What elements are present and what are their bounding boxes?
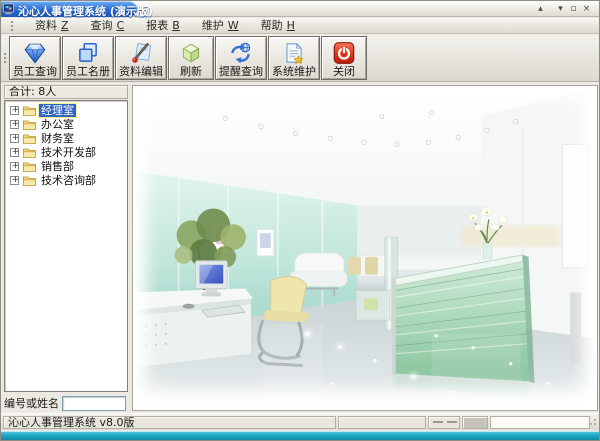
menu-label: 报表	[146, 19, 168, 32]
tool-bar: 员工查询 员工名册 资料编辑	[1, 35, 599, 82]
department-tree: 经理室 办公室 财务室 技术开发部	[4, 100, 128, 392]
tree-item-bangongshi[interactable]: 办公室	[5, 117, 127, 131]
tree-item-xiaoshoubu[interactable]: 销售部	[5, 159, 127, 173]
system-maintenance-icon	[281, 40, 307, 66]
office-reception-photo	[134, 87, 596, 409]
status-version: 沁心人事管理系统 v8.0版	[3, 416, 336, 429]
tree-item-label: 技术咨询部	[39, 174, 98, 187]
menu-accel: B	[172, 19, 180, 32]
system-maintenance-button[interactable]: 系统维护	[268, 36, 320, 80]
menu-label: 资料	[35, 19, 57, 32]
folder-icon	[23, 105, 36, 116]
folder-icon	[23, 119, 36, 130]
menu-label: 帮助	[261, 19, 283, 32]
statusbar-panel	[490, 416, 590, 429]
tree-item-jishuzixunbu[interactable]: 技术咨询部	[5, 173, 127, 187]
employee-query-button[interactable]: 员工查询	[9, 36, 61, 80]
menu-label: 查询	[91, 19, 113, 32]
reminder-query-button[interactable]: 提醒查询	[215, 36, 267, 80]
app-icon	[3, 3, 15, 15]
minimize-button[interactable]: ▾	[554, 3, 567, 16]
employee-roster-icon	[75, 40, 101, 66]
menu-bar: 资料 Z 查询 C 报表 B 维护 W 帮助 H	[1, 18, 599, 34]
menu-accel: H	[287, 19, 295, 32]
folder-icon	[23, 147, 36, 158]
tree-item-jinglishi[interactable]: 经理室	[5, 103, 127, 117]
window-controls: ▴ ▾ ▫ ×	[534, 2, 593, 16]
tree-item-caiwushi[interactable]: 财务室	[5, 131, 127, 145]
tree-item-label: 经理室	[39, 104, 76, 117]
toolbar-button-label: 提醒查询	[219, 66, 263, 78]
menu-accel: W	[228, 19, 239, 32]
menu-bangzhu[interactable]: 帮助 H	[250, 19, 306, 33]
refresh-icon	[178, 40, 204, 66]
status-bar: 沁心人事管理系统 v8.0版	[1, 413, 599, 430]
menu-accel: C	[117, 19, 125, 32]
toolbar-grip	[4, 53, 7, 63]
tree-item-label: 财务室	[39, 132, 76, 145]
expand-plus-icon[interactable]	[10, 176, 19, 185]
employee-search-row: 编号或姓名	[4, 395, 128, 411]
statusbar-panel	[338, 416, 426, 429]
taskbar-strip	[1, 431, 599, 441]
menu-ziliao[interactable]: 资料 Z	[24, 19, 80, 33]
search-label: 编号或姓名	[4, 395, 59, 411]
folder-icon	[23, 133, 36, 144]
app-window: 沁心人事管理系统 (演示版) ▴ ▾ ▫ × 资料 Z 查询 C 报表 B 维护 W 帮…	[0, 0, 600, 441]
maximize-button[interactable]: ▫	[567, 3, 580, 16]
expand-plus-icon[interactable]	[10, 120, 19, 129]
toolbar-button-label: 资料编辑	[119, 66, 163, 78]
toolbar-button-label: 系统维护	[272, 66, 316, 78]
menu-label: 维护	[202, 19, 224, 32]
statusbar-panel	[462, 416, 488, 429]
toolbar-button-label: 刷新	[180, 66, 202, 78]
statusbar-panel	[428, 416, 460, 429]
rollup-button[interactable]: ▴	[534, 3, 547, 16]
menu-baobiao[interactable]: 报表 B	[135, 19, 191, 33]
menu-accel: Z	[61, 19, 69, 32]
expand-plus-icon[interactable]	[10, 148, 19, 157]
search-input[interactable]	[62, 396, 126, 411]
close-button[interactable]: ×	[580, 3, 593, 16]
employee-total-bar: 合计: 8人	[4, 85, 128, 99]
tree-item-jishukaifabu[interactable]: 技术开发部	[5, 145, 127, 159]
employee-roster-button[interactable]: 员工名册	[62, 36, 114, 80]
expand-plus-icon[interactable]	[10, 162, 19, 171]
expand-plus-icon[interactable]	[10, 134, 19, 143]
tree-item-label: 技术开发部	[39, 146, 98, 159]
main-content-panel	[132, 85, 598, 411]
window-title: 沁心人事管理系统 (演示版)	[18, 3, 153, 19]
power-close-icon	[331, 40, 357, 66]
toolbar-button-label: 关闭	[333, 66, 355, 78]
toolbar-button-label: 员工查询	[13, 66, 57, 78]
resize-grip[interactable]	[587, 418, 597, 428]
data-edit-icon	[128, 40, 154, 66]
refresh-button[interactable]: 刷新	[168, 36, 214, 80]
reminder-query-icon	[228, 40, 254, 66]
menu-grip	[11, 21, 14, 31]
expand-plus-icon[interactable]	[10, 106, 19, 115]
toolbar-button-label: 员工名册	[66, 66, 110, 78]
tree-item-label: 办公室	[39, 118, 76, 131]
close-app-button[interactable]: 关闭	[321, 36, 367, 80]
title-bar: 沁心人事管理系统 (演示版) ▴ ▾ ▫ ×	[1, 1, 599, 17]
folder-icon	[23, 175, 36, 186]
folder-icon	[23, 161, 36, 172]
data-edit-button[interactable]: 资料编辑	[115, 36, 167, 80]
menu-weihu[interactable]: 维护 W	[191, 19, 250, 33]
employee-query-icon	[22, 40, 48, 66]
menu-chaxun[interactable]: 查询 C	[80, 19, 136, 33]
tree-item-label: 销售部	[39, 160, 76, 173]
